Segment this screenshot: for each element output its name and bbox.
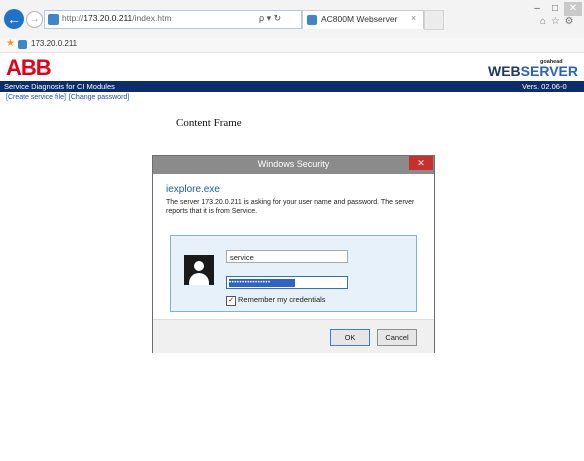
- webserver-logo-web: WEB: [488, 63, 521, 79]
- credential-tile: service •••••••••••••••• ✓ Remember my c…: [170, 235, 417, 312]
- create-service-file-link[interactable]: [Create service file]: [6, 94, 66, 101]
- url-path: /index.htm: [132, 13, 172, 23]
- content-frame-label: Content Frame: [176, 117, 242, 129]
- username-input[interactable]: service: [226, 250, 348, 263]
- remember-credentials-checkbox[interactable]: ✓: [226, 296, 236, 306]
- ok-button[interactable]: OK: [330, 329, 370, 346]
- browser-toolbar: – □ ✕ ← → http://173.20.0.211/index.htm …: [0, 0, 584, 38]
- ie-tab-icon: [307, 15, 317, 25]
- password-mask: ••••••••••••••••: [229, 279, 295, 287]
- back-button[interactable]: ←: [4, 9, 24, 29]
- tab-title: AC800M Webserver: [321, 14, 398, 24]
- address-bar[interactable]: http://173.20.0.211/index.htm ρ ▾ ↻: [44, 10, 302, 29]
- forward-button[interactable]: →: [26, 11, 43, 28]
- new-tab-button[interactable]: [424, 10, 444, 30]
- favorite-item[interactable]: 173.20.0.211: [31, 39, 77, 48]
- avatar-head: [194, 261, 204, 271]
- cancel-button[interactable]: Cancel: [377, 329, 417, 346]
- dialog-title: Windows Security: [257, 159, 330, 169]
- search-refresh-icons[interactable]: ρ ▾ ↻: [259, 13, 281, 24]
- action-links: [Create service file] [Change password]: [6, 94, 132, 101]
- favorites-star-icon[interactable]: ★: [6, 38, 15, 49]
- arrow-left-icon: ←: [7, 11, 21, 27]
- window-close-button[interactable]: ✕: [564, 2, 582, 16]
- home-favorites-settings-icons[interactable]: ⌂ ☆ ⚙: [540, 16, 575, 27]
- user-avatar-icon: [184, 255, 214, 285]
- browser-tab[interactable]: AC800M Webserver ×: [302, 10, 424, 29]
- ie-favorite-icon: [18, 40, 27, 49]
- ie-page-icon: [48, 14, 59, 25]
- version-label: Vers. 02.06-0: [522, 82, 567, 91]
- dialog-footer: OK Cancel: [153, 319, 434, 353]
- remember-credentials-label[interactable]: Remember my credentials: [238, 295, 326, 304]
- webserver-logo-server: SERVER: [520, 63, 578, 79]
- minimize-button[interactable]: –: [528, 2, 546, 16]
- dialog-message: The server 173.20.0.211 is asking for yo…: [166, 199, 415, 215]
- dialog-close-button[interactable]: ✕: [409, 156, 433, 170]
- url-prefix: http://: [62, 13, 84, 23]
- dialog-app-name: iexplore.exe: [166, 184, 220, 195]
- dialog-titlebar[interactable]: Windows Security ✕: [153, 156, 434, 174]
- maximize-button[interactable]: □: [546, 2, 564, 16]
- page-title: Service Diagnosis for CI Modules: [4, 82, 115, 91]
- tab-close-icon[interactable]: ×: [411, 13, 416, 23]
- address-url[interactable]: http://173.20.0.211/index.htm: [62, 13, 171, 23]
- favorites-bar: ★ 173.20.0.211: [0, 38, 584, 53]
- url-host: 173.20.0.211: [83, 13, 133, 23]
- change-password-link[interactable]: [Change password]: [69, 94, 129, 101]
- windows-security-dialog: Windows Security ✕ iexplore.exe The serv…: [152, 155, 435, 353]
- password-input[interactable]: ••••••••••••••••: [226, 276, 348, 289]
- header-bar: Service Diagnosis for CI Modules Vers. 0…: [0, 81, 584, 92]
- avatar-body: [189, 273, 209, 285]
- arrow-right-icon: →: [29, 14, 40, 25]
- abb-logo: ABB: [6, 55, 52, 80]
- webserver-logo: WEBSERVER: [488, 64, 578, 78]
